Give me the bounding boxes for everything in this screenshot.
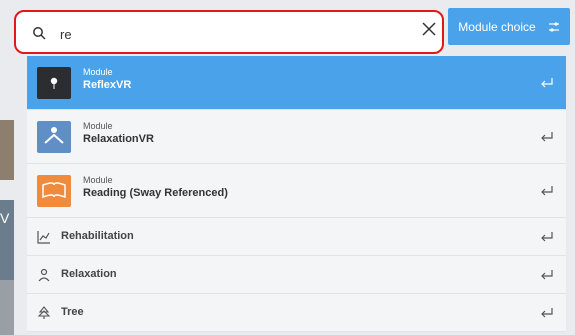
search-box[interactable] [20,14,440,50]
result-relaxationvr[interactable]: Module RelaxationVR [27,110,566,164]
search-icon [33,27,46,40]
enter-icon [541,307,553,317]
result-tree[interactable]: Tree [27,294,566,332]
module-choice-label: Module choice [458,19,536,34]
result-rehabilitation[interactable]: Rehabilitation [27,218,566,256]
background-letter: V [0,210,10,226]
reading-thumbnail [37,175,71,207]
enter-icon [541,185,553,195]
enter-icon [541,77,553,87]
tree-icon [37,306,51,319]
module-choice-button[interactable]: Module choice [448,8,570,45]
result-title: Rehabilitation [61,230,134,242]
enter-icon [541,269,553,279]
enter-icon [541,131,553,141]
search-highlight [14,10,444,54]
search-input[interactable] [60,23,410,45]
result-reflexvr[interactable]: Module ReflexVR [27,56,566,110]
relaxationvr-thumbnail [37,121,71,153]
result-title: ReflexVR [83,79,132,91]
clear-icon[interactable] [422,22,436,36]
background-strip [0,280,14,335]
enter-icon [541,231,553,241]
background-strip [0,120,14,180]
search-results-list: Module ReflexVR Module RelaxationVR Modu… [27,56,566,332]
result-kicker: Module [83,121,113,131]
reflexvr-thumbnail [37,67,71,99]
result-kicker: Module [83,175,113,185]
sliders-icon [548,21,559,32]
result-title: Relaxation [61,268,117,280]
result-relaxation[interactable]: Relaxation [27,256,566,294]
result-title: RelaxationVR [83,133,154,145]
person-icon [38,268,50,282]
result-title: Tree [61,306,84,318]
result-title: Reading (Sway Referenced) [83,187,228,199]
result-kicker: Module [83,67,113,77]
chart-icon [37,231,50,244]
result-reading[interactable]: Module Reading (Sway Referenced) [27,164,566,218]
